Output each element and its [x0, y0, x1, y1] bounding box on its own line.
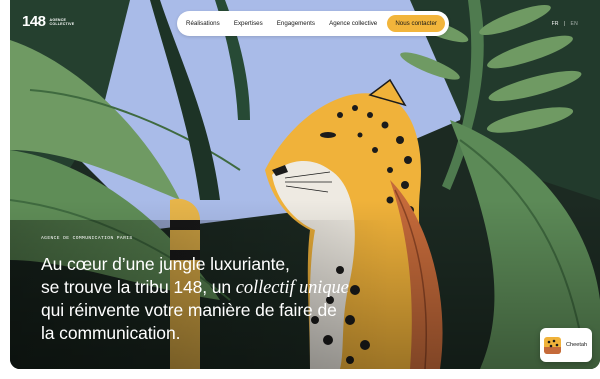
headline-line-2: se trouve la tribu 148, un	[41, 276, 236, 297]
animal-badge[interactable]: Cheetah	[540, 328, 592, 362]
cheetah-icon	[544, 336, 561, 354]
hero-eyebrow: AGENCE DE COMMUNICATION PARIS	[41, 236, 133, 241]
language-switcher: FR | EN	[552, 21, 578, 27]
logo[interactable]: 148 AGENCE COLLECTIVE	[22, 14, 74, 30]
hero-text: AGENCE DE COMMUNICATION PARIS Au cœur d’…	[41, 236, 381, 344]
top-bar: 148 AGENCE COLLECTIVE Réalisations Exper…	[10, 0, 600, 48]
nav-item-realisations[interactable]: Réalisations	[182, 20, 224, 27]
lang-en[interactable]: EN	[570, 21, 578, 27]
headline-line-1: Au cœur d’une jungle luxuriante,	[41, 254, 290, 274]
logo-line-2: COLLECTIVE	[49, 22, 75, 27]
headline-accent: collectif unique	[235, 277, 349, 298]
main-nav: Réalisations Expertises Engagements Agen…	[177, 11, 449, 36]
lang-separator: |	[563, 21, 566, 27]
headline-line-4: la communication.	[41, 322, 181, 343]
nav-item-agence-collective[interactable]: Agence collective	[325, 20, 381, 27]
contact-button[interactable]: Nous contacter	[387, 15, 445, 32]
nav-item-expertises[interactable]: Expertises	[230, 20, 267, 27]
hero-headline: Au cœur d’une jungle luxuriante, se trou…	[41, 253, 381, 344]
headline-line-3: qui réinvente votre manière de faire de	[41, 300, 337, 320]
logo-number: 148	[22, 13, 46, 30]
nav-item-engagements[interactable]: Engagements	[273, 20, 319, 27]
animal-badge-label: Cheetah	[566, 342, 588, 348]
logo-subtitle: AGENCE COLLECTIVE	[50, 18, 75, 27]
hero-section: 148 AGENCE COLLECTIVE Réalisations Exper…	[10, 0, 600, 369]
lang-fr[interactable]: FR	[552, 21, 559, 27]
